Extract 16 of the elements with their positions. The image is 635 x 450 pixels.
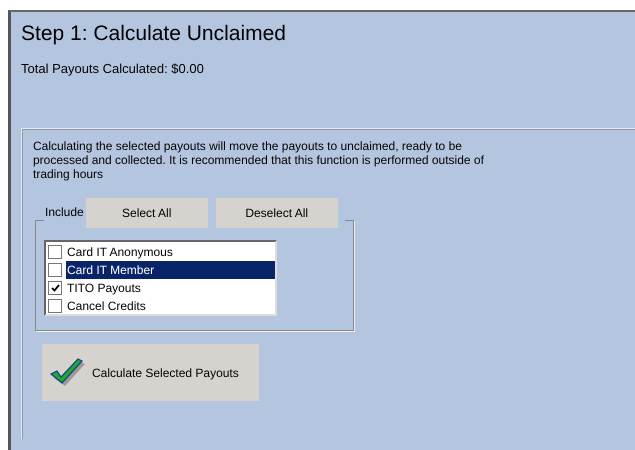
list-item[interactable]: Card IT Member [66, 261, 275, 279]
deselect-all-button[interactable]: Deselect All [216, 198, 338, 228]
page-title: Step 1: Calculate Unclaimed [20, 21, 287, 47]
description-text: Calculating the selected payouts will move the payouts to unclaimed, ready to be processed and collected. It is recommended that this function is performed outside of trading hours [33, 139, 485, 181]
group-label: Include [45, 205, 84, 219]
checkbox[interactable] [48, 281, 62, 295]
checkbox[interactable] [48, 245, 62, 259]
calculate-button[interactable]: Calculate Selected Payouts [42, 344, 259, 401]
list-item[interactable]: Cancel Credits [66, 297, 275, 315]
check-mark-icon [50, 358, 86, 388]
checkbox[interactable] [48, 299, 62, 313]
list-item[interactable]: Card IT Anonymous [66, 243, 275, 261]
select-all-button[interactable]: Select All [86, 198, 208, 228]
total-label: Total Payouts Calculated: $0.00 [21, 61, 204, 76]
list-item[interactable]: TITO Payouts [66, 279, 275, 297]
checkbox[interactable] [48, 263, 62, 277]
